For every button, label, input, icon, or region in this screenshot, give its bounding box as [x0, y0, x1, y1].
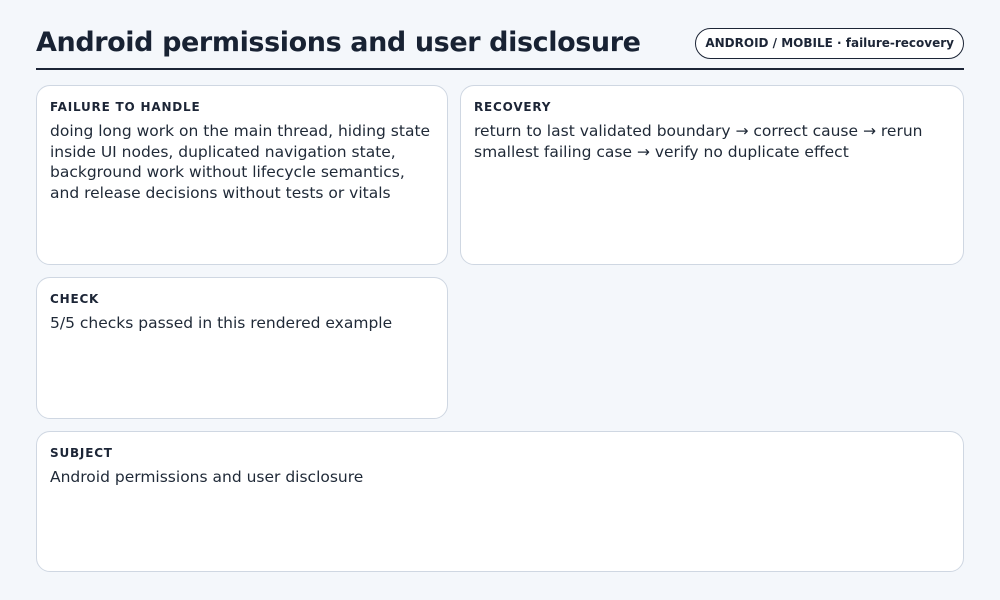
failure-card: FAILURE TO HANDLE doing long work on the… — [36, 85, 448, 265]
subject-card-body: Android permissions and user disclosure — [50, 468, 364, 486]
failure-card-label: FAILURE TO HANDLE — [50, 100, 201, 114]
check-card-label: CHECK — [50, 292, 100, 306]
subject-card: SUBJECT Android permissions and user dis… — [36, 431, 964, 572]
recovery-card: RECOVERY return to last validated bounda… — [460, 85, 964, 265]
recovery-card-label: RECOVERY — [474, 100, 552, 114]
category-badge: ANDROID / MOBILE · failure-recovery — [695, 28, 964, 59]
page-header: Android permissions and user disclosure … — [36, 24, 964, 70]
check-card-body: 5/5 checks passed in this rendered examp… — [50, 314, 393, 332]
check-card: CHECK 5/5 checks passed in this rendered… — [36, 277, 448, 419]
page: Android permissions and user disclosure … — [0, 0, 1000, 600]
failure-card-body: doing long work on the main thread, hidi… — [50, 122, 431, 202]
subject-card-label: SUBJECT — [50, 446, 113, 460]
page-title: Android permissions and user disclosure — [36, 27, 641, 58]
recovery-card-body: return to last validated boundary → corr… — [474, 122, 923, 161]
